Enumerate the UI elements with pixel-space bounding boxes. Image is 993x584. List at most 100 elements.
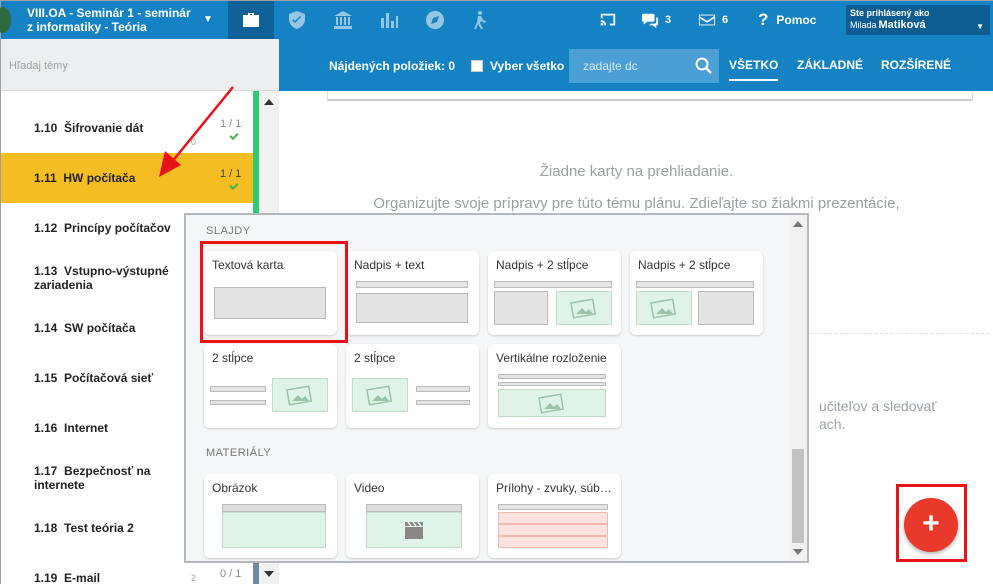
card-template-label: Prílohy - zvuky, súbo... (496, 481, 616, 495)
topic-title: Internet (64, 421, 109, 435)
chevron-down-icon: ▼ (203, 14, 213, 25)
topic-label: 1.18 Test teória 2 (34, 503, 184, 553)
course-title-line1: VIII.OA - Seminár 1 - seminár (27, 6, 191, 20)
image-placeholder-icon (636, 291, 692, 325)
card-template-label: 2 stĺpce (212, 351, 254, 365)
card-template-video[interactable]: Video (346, 474, 479, 558)
topic-number: 1.12 (34, 221, 58, 235)
title-block (356, 281, 468, 288)
attachment-row (498, 512, 608, 524)
chat-icon (641, 13, 659, 29)
image-placeholder-icon (272, 378, 328, 412)
card-template-label: Obrázok (212, 481, 258, 495)
course-title-line2: z informatiky - Teória (27, 20, 147, 34)
hiking-icon[interactable] (458, 1, 504, 39)
card-template-vertical[interactable]: Vertikálne rozloženie (488, 344, 621, 428)
topic-number: 1.14 (34, 321, 58, 335)
briefcase-icon[interactable] (228, 1, 274, 39)
top-bar: VIII.OA - Seminár 1 - seminár z informat… (0, 1, 993, 39)
topic-number: 1.16 (34, 421, 58, 435)
title-block (494, 281, 612, 288)
image-placeholder-icon (352, 378, 408, 412)
empty-text: Organizujte svoje prípravy pre túto tému… (373, 195, 900, 212)
topic-number: 1.10 (34, 121, 58, 135)
topic-number: 1.17 (34, 464, 58, 478)
bank-icon[interactable] (320, 1, 366, 39)
topic-label: 1.13 Vstupno-výstupné zariadenia (34, 253, 184, 303)
mail-button[interactable]: 6 (698, 1, 728, 39)
image-placeholder-icon (498, 389, 606, 417)
scroll-down-icon[interactable] (793, 549, 803, 555)
card-template-title-text[interactable]: Nadpis + text (346, 251, 479, 335)
question-icon: ? (758, 10, 769, 29)
cast-button[interactable] (599, 1, 623, 39)
cast-icon (600, 13, 616, 26)
card-template-label: Nadpis + 2 stĺpce (496, 258, 589, 272)
card-template-2col-alt[interactable]: 2 stĺpce (346, 344, 479, 428)
card-template-2col[interactable]: 2 stĺpce (204, 344, 337, 428)
text-line (498, 382, 606, 386)
add-card-button[interactable]: + (904, 498, 958, 552)
card-search (569, 49, 719, 83)
card-template-image[interactable]: Obrázok (204, 474, 337, 558)
top-nav (228, 1, 504, 39)
topic-title: HW počítača (63, 171, 136, 185)
help-button[interactable]: ? Pomoc (758, 1, 816, 39)
chat-count: 3 (665, 14, 672, 26)
image-area (222, 512, 326, 548)
topic-title: Šifrovanie dát (64, 121, 144, 135)
select-all-checkbox[interactable] (471, 60, 483, 72)
image-placeholder-icon (556, 291, 612, 325)
card-template-title-2col-alt[interactable]: Nadpis + 2 stĺpce (630, 251, 763, 335)
topic-title: SW počítača (64, 321, 136, 335)
behind-text-1: učiteľov a sledovať (819, 398, 937, 414)
popup-scrollbar[interactable] (789, 215, 807, 561)
text-block (494, 291, 548, 325)
compass-icon[interactable] (412, 1, 458, 39)
topic-label: 1.15 Počítačová sieť (34, 353, 184, 403)
text-line (498, 504, 608, 510)
tab-advanced[interactable]: ROZŠÍRENÉ (881, 58, 951, 72)
shield-icon[interactable] (274, 1, 320, 39)
scroll-up-icon[interactable] (793, 221, 803, 227)
tab-all[interactable]: VŠETKO (729, 58, 779, 81)
card-template-attachments[interactable]: Prílohy - zvuky, súbo... (488, 474, 621, 558)
topic-label: 1.14 SW počítača (34, 303, 184, 353)
text-line (210, 386, 266, 392)
topic-title: Princípy počítačov (64, 221, 171, 235)
card-search-input[interactable] (569, 49, 689, 83)
card-strip (327, 91, 973, 101)
card-template-title-2col[interactable]: Nadpis + 2 stĺpce (488, 251, 621, 335)
topic-label: 1.17 Bezpečnosť na internete (34, 453, 184, 503)
topic-search-placeholder: Hľadaj témy (9, 60, 68, 72)
user-last: Matiková (878, 19, 926, 31)
scroll-thumb[interactable] (792, 449, 804, 543)
chat-button[interactable]: 3 (641, 1, 671, 39)
topic-number: 1.19 (34, 571, 58, 584)
globe-icon (0, 7, 11, 33)
topic-number: 1.11 (34, 171, 57, 185)
scroll-up-icon[interactable] (264, 99, 274, 105)
mail-icon (698, 14, 716, 26)
bar-chart-icon[interactable] (366, 1, 412, 39)
card-template-label: 2 stĺpce (354, 351, 396, 365)
topic-title: Test teória 2 (64, 521, 134, 535)
help-label: Pomoc (776, 13, 817, 27)
topic-score: 0 / 1 (220, 568, 242, 580)
topic-label: 1.16 Internet (34, 403, 184, 453)
user-name: Milada Matiková (850, 19, 986, 31)
tab-basic[interactable]: ZÁKLADNÉ (797, 58, 863, 72)
highlight-box-text-card (200, 241, 348, 343)
user-menu[interactable]: Ste prihlásený ako Milada Matiková ▼ (846, 5, 990, 35)
video-icon (366, 512, 462, 548)
search-icon[interactable] (695, 57, 713, 75)
select-all-label[interactable]: Vyber všetko (490, 59, 564, 73)
section-slides: SLAJDY (206, 225, 251, 237)
video-header (366, 504, 462, 512)
topic-title: Počítačová sieť (64, 371, 154, 385)
empty-title: Žiadne karty na prehliadanie. (539, 163, 734, 180)
scroll-down-icon[interactable] (264, 571, 274, 577)
attachment-row (498, 536, 608, 548)
course-selector[interactable]: VIII.OA - Seminár 1 - seminár z informat… (0, 1, 228, 39)
mail-count: 6 (722, 14, 729, 26)
